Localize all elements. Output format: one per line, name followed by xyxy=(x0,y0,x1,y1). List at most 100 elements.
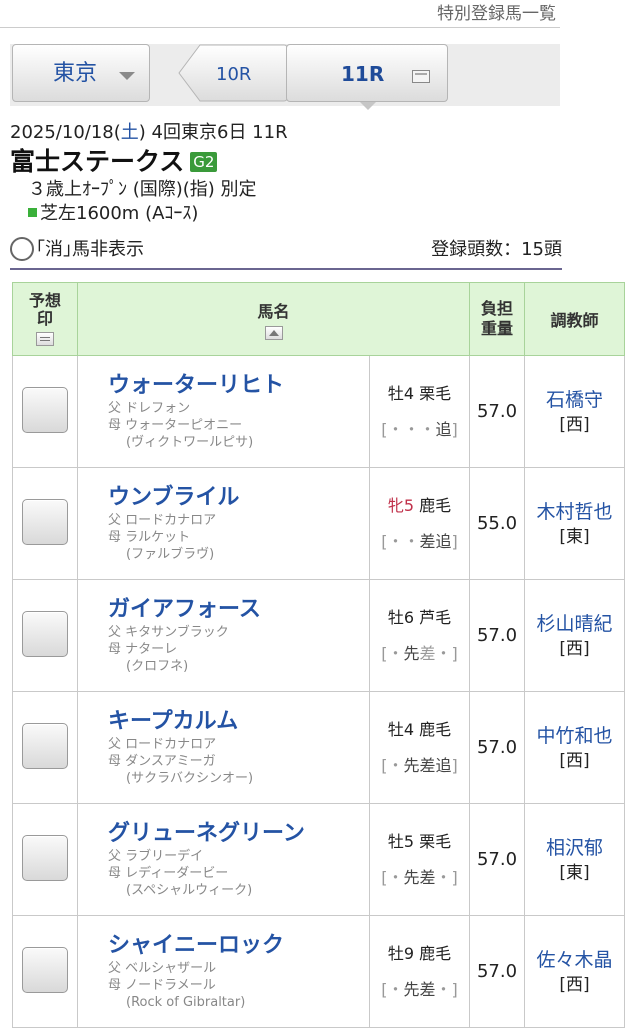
trainer-cell: 石橋守 [西] xyxy=(524,355,626,468)
dam-sire: (ファルブラヴ) xyxy=(126,547,215,562)
dow-close: ) xyxy=(138,122,146,143)
running-style-pre: [・ xyxy=(381,979,404,999)
horse-name-link[interactable]: シャイニーロック xyxy=(108,932,369,960)
race-course: 芝左1600m (Aｺｰｽ) xyxy=(40,203,199,224)
horse-cell: ウンブライル父 ロードカナロア母 ラルケット (ファルブラヴ) xyxy=(77,467,370,580)
current-race-button[interactable]: 11R xyxy=(286,44,448,102)
running-style-pre: [・ xyxy=(381,867,404,887)
running-style-post: ・] xyxy=(435,867,458,887)
prediction-mark-button[interactable] xyxy=(22,834,68,881)
prev-race-button[interactable]: 10R xyxy=(178,44,288,102)
venue-selector[interactable]: 東京 xyxy=(12,44,150,102)
horse-name-link[interactable]: ウンブライル xyxy=(108,484,369,512)
sex-age-cell: 牡4 鹿毛 [・先差追] xyxy=(368,691,471,804)
sex-age-cell: 牝5 鹿毛 [・・差追] xyxy=(368,467,471,580)
sire: 父 ベルシャザール xyxy=(108,961,217,976)
running-style-post: 差・] xyxy=(419,643,458,663)
entry-count: 登録頭数：15頭 xyxy=(431,239,562,260)
trainer-name-link[interactable]: 石橋守 xyxy=(525,387,624,413)
trainer-region: [西] xyxy=(559,974,590,995)
running-style-post: ] xyxy=(451,419,458,439)
menu-icon[interactable] xyxy=(36,332,54,346)
dam: 母 ナターレ xyxy=(108,642,178,657)
weight-header-label: 負担重量 xyxy=(481,299,514,338)
mark-header: 予想印 xyxy=(12,282,78,356)
dam: 母 レディーダービー xyxy=(108,866,229,881)
horse-name-link[interactable]: ウォーターリヒト xyxy=(108,372,369,400)
horse-name-link[interactable]: キープカルム xyxy=(108,708,369,736)
prediction-mark-button[interactable] xyxy=(22,498,68,545)
current-race-label: 11R xyxy=(341,62,385,86)
prediction-mark-button[interactable] xyxy=(22,722,68,769)
trainer-name-link[interactable]: 杉山晴紀 xyxy=(525,611,624,637)
trainer-region: [東] xyxy=(559,526,590,547)
current-pointer-icon xyxy=(360,102,376,110)
trainer-cell: 相沢郁 [東] xyxy=(524,803,626,916)
sex-age-cell: 牡4 栗毛 [・・・追] xyxy=(368,355,471,468)
trainer-name-link[interactable]: 木村哲也 xyxy=(525,499,624,525)
horse-header-label: 馬名 xyxy=(257,302,290,321)
sex-age-cell: 牡9 鹿毛 [・先差・] xyxy=(368,915,471,1028)
dow-open: ( xyxy=(113,122,121,143)
sex: 牡 xyxy=(387,943,404,963)
sex-age: 牝5 xyxy=(388,496,414,515)
trainer-cell: 杉山晴紀 [西] xyxy=(524,579,626,692)
race-name: 富士ステークス xyxy=(10,147,185,176)
trainer-name-link[interactable]: 中竹和也 xyxy=(525,723,624,749)
mark-cell xyxy=(12,579,78,692)
mark-header-label: 予想印 xyxy=(28,291,61,328)
age: 5 xyxy=(403,495,415,515)
horse-header[interactable]: 馬名 xyxy=(76,282,471,356)
trainer-region: [西] xyxy=(559,750,590,771)
weight-cell: 57.0 xyxy=(469,579,526,692)
prediction-mark-button[interactable] xyxy=(22,386,68,433)
trainer-header-label: 調教師 xyxy=(550,311,599,330)
running-style-pre: [・・・ xyxy=(381,419,436,439)
window-icon xyxy=(412,70,430,83)
race-date-line: 2025/10/18(土) 4回東京6日 11R xyxy=(10,120,570,146)
weight-cell: 57.0 xyxy=(469,691,526,804)
race-conditions: ３歳上ｵｰﾌﾟﾝ (国際)(指) 別定 xyxy=(28,179,257,200)
hide-scratched-label[interactable]: ｢消｣馬非表示 xyxy=(36,234,144,266)
running-style-main: 差追 xyxy=(419,531,452,551)
sex: 牡 xyxy=(387,383,404,403)
sex-age-cell: 牡6 芦毛 [・先差・] xyxy=(368,579,471,692)
chevron-down-icon xyxy=(119,72,135,80)
horse-name-link[interactable]: ガイアフォース xyxy=(108,596,369,624)
race-meeting: 4回東京6日 11R xyxy=(145,122,288,143)
coat-color: 栗毛 xyxy=(419,831,452,851)
prediction-mark-button[interactable] xyxy=(22,946,68,993)
sire: 父 ラブリーデイ xyxy=(108,849,204,864)
horse-cell: ウォーターリヒト父 ドレフォン母 ウォーターピオニー (ヴィクトワールピサ) xyxy=(77,355,370,468)
entry-list-link[interactable]: 特別登録馬一覧 xyxy=(0,0,560,28)
running-style-pre: [・ xyxy=(381,755,404,775)
prev-race-label: 10R xyxy=(216,64,252,85)
hide-scratched-checkbox[interactable] xyxy=(10,237,34,261)
running-style: [・先差・] xyxy=(370,867,469,889)
sort-up-icon[interactable] xyxy=(264,326,283,340)
table-row: グリューネグリーン父 ラブリーデイ母 レディーダービー (スペシャルウィーク) 牡5… xyxy=(12,803,626,916)
coat-color: 鹿毛 xyxy=(419,495,452,515)
horse-name-link[interactable]: グリューネグリーン xyxy=(108,820,369,848)
race-title-line: 富士ステークス G2 xyxy=(10,146,570,178)
table-row: ガイアフォース父 キタサンブラック母 ナターレ (クロフネ) 牡6 芦毛 [・先差・]… xyxy=(12,579,626,692)
sex-age: 牡4 xyxy=(388,384,414,403)
age: 9 xyxy=(403,943,415,963)
table-row: シャイニーロック父 ベルシャザール母 ノードラメール (Rock of Gibra… xyxy=(12,915,626,1028)
running-style-pre: [・ xyxy=(381,643,404,663)
sex-age-cell: 牡5 栗毛 [・先差・] xyxy=(368,803,471,916)
age: 6 xyxy=(403,607,415,627)
weight-cell: 57.0 xyxy=(469,803,526,916)
running-style-post: ・] xyxy=(435,979,458,999)
dam: 母 ウォーターピオニー xyxy=(108,418,243,433)
weight-cell: 57.0 xyxy=(469,915,526,1028)
dam: 母 ラルケット xyxy=(108,530,191,545)
trainer-header: 調教師 xyxy=(524,282,626,356)
running-style-main: 先差 xyxy=(403,867,436,887)
trainer-name-link[interactable]: 相沢郁 xyxy=(525,835,624,861)
trainer-name-link[interactable]: 佐々木晶 xyxy=(525,947,624,973)
mark-cell xyxy=(12,355,78,468)
horse-cell: ガイアフォース父 キタサンブラック母 ナターレ (クロフネ) xyxy=(77,579,370,692)
prediction-mark-button[interactable] xyxy=(22,610,68,657)
coat-color: 栗毛 xyxy=(419,383,452,403)
